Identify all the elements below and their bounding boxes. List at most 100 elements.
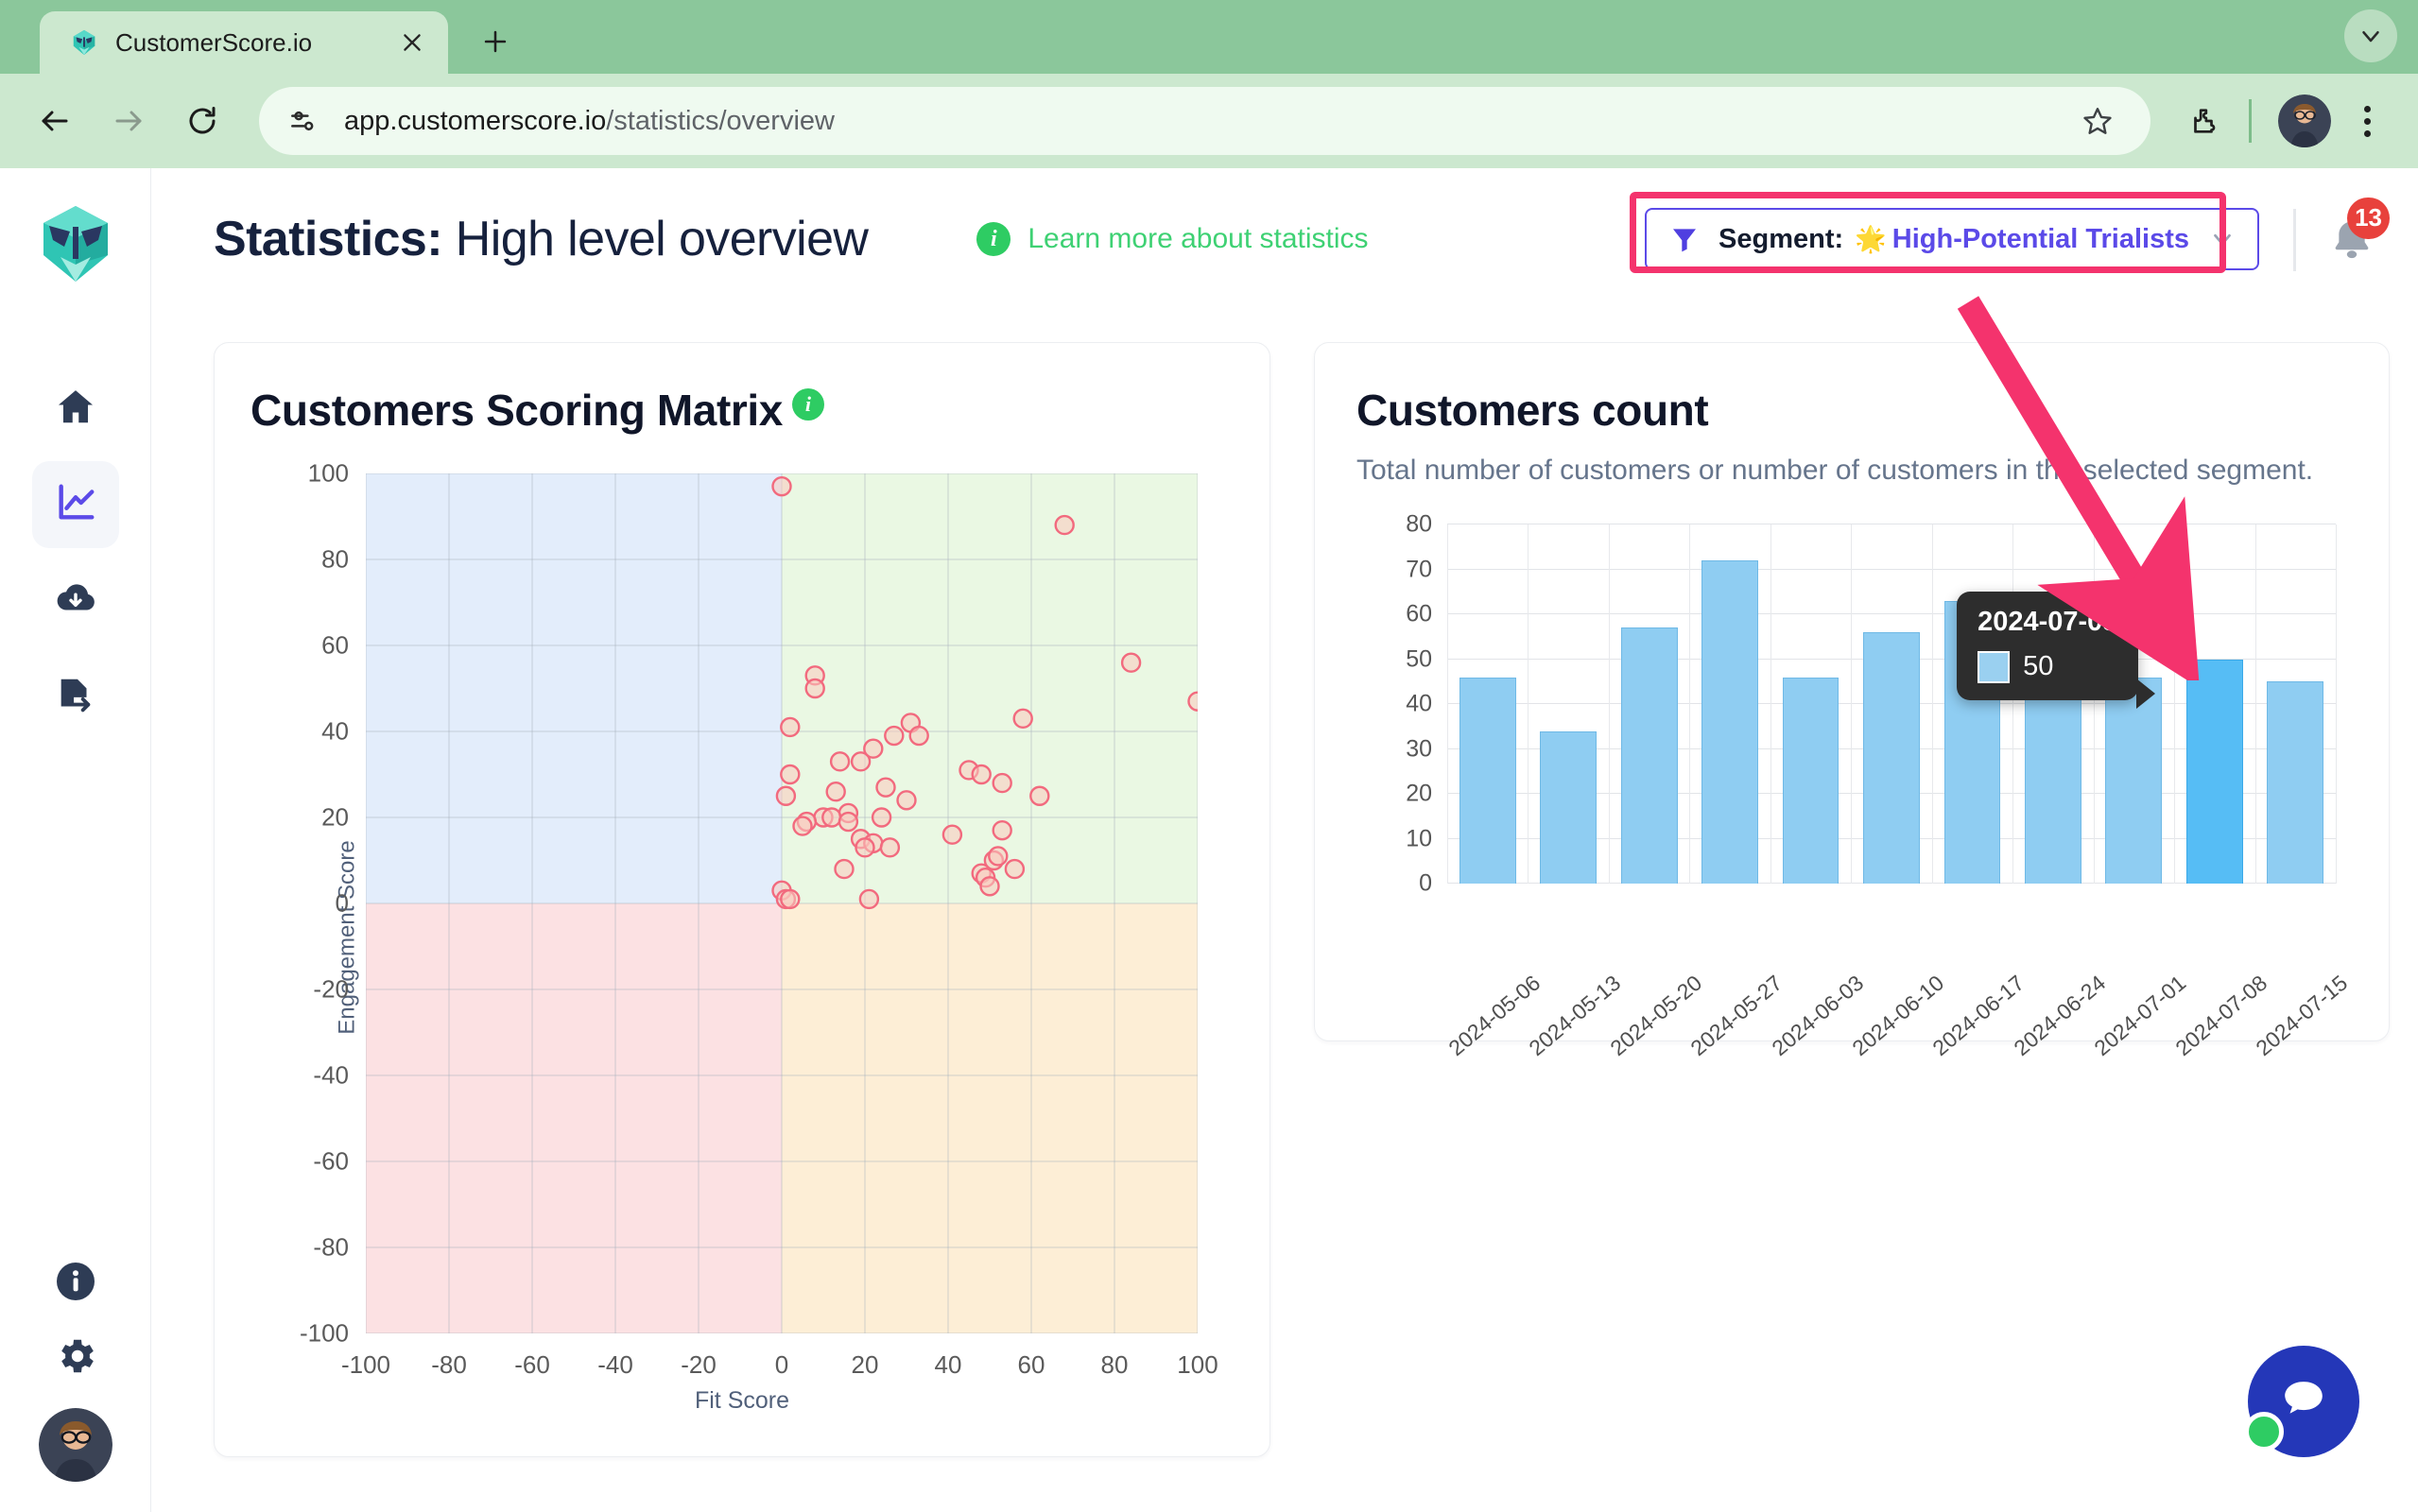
gridline-vertical	[2336, 524, 2337, 884]
scatter-point[interactable]	[834, 858, 855, 880]
scatter-plot-area	[365, 472, 1208, 1334]
bar[interactable]	[1782, 677, 1839, 884]
scatter-point[interactable]	[804, 678, 825, 699]
scatter-point[interactable]	[1120, 652, 1142, 673]
scatter-chart: Engagement Score Fit Score 100 80 60 40 20 0 -…	[250, 459, 1234, 1415]
three-dot-menu-icon[interactable]	[2340, 94, 2393, 147]
bar[interactable]	[2025, 686, 2081, 884]
scatter-point[interactable]	[838, 811, 859, 833]
x-axis-tick: 80	[1100, 1350, 1129, 1379]
chevron-down-icon[interactable]	[2208, 225, 2237, 253]
scatter-point[interactable]	[1187, 691, 1208, 712]
scatter-point[interactable]	[875, 777, 896, 798]
quadrant-bottom-right	[782, 903, 1198, 1333]
scatter-point[interactable]	[871, 807, 892, 828]
scatter-point[interactable]	[941, 824, 963, 845]
chevron-down-icon[interactable]	[2344, 9, 2397, 62]
back-arrow-icon[interactable]	[25, 91, 85, 151]
x-axis-label: Fit Score	[694, 1387, 790, 1414]
bar[interactable]	[1863, 632, 1920, 884]
scatter-point[interactable]	[1012, 708, 1033, 730]
scatter-point[interactable]	[884, 725, 905, 747]
quadrant-bottom-left	[366, 903, 782, 1333]
reload-icon[interactable]	[172, 91, 233, 151]
scatter-point[interactable]	[775, 785, 797, 806]
scatter-point[interactable]	[780, 888, 801, 910]
close-icon[interactable]	[393, 24, 431, 61]
chat-widget-button[interactable]	[2244, 1346, 2359, 1457]
y-axis-tick: 60	[321, 630, 349, 660]
segment-selector[interactable]: Segment: 🌟 High-Potential Trialists	[1645, 208, 2259, 270]
notification-count-badge: 13	[2347, 197, 2390, 239]
gridline-vertical	[1447, 524, 1448, 884]
star-emoji-icon: 🌟	[1855, 225, 1887, 253]
home-icon	[54, 385, 97, 433]
user-avatar[interactable]	[38, 1408, 112, 1482]
site-settings-icon[interactable]	[282, 100, 323, 142]
scatter-svg	[365, 472, 1208, 1334]
bar-tooltip: 2024-07-08 50	[1957, 591, 2156, 709]
browser-tab[interactable]: CustomerScore.io	[40, 11, 448, 74]
sidebar-item-export[interactable]	[32, 654, 119, 741]
x-axis-tick: -100	[340, 1350, 391, 1379]
gridline-vertical	[1931, 524, 1933, 884]
bar[interactable]	[2185, 659, 2243, 884]
scatter-point[interactable]	[1029, 785, 1050, 806]
sidebar-item-home[interactable]	[32, 365, 119, 452]
address-bar[interactable]: app.customerscore.io/statistics/overview	[259, 87, 2150, 155]
card-header: Customers Scoring Matrix i	[250, 385, 1234, 436]
tooltip-row: 50	[1978, 650, 2117, 683]
scatter-point[interactable]	[771, 475, 792, 497]
scatter-point[interactable]	[858, 888, 880, 910]
scatter-point[interactable]	[992, 772, 1012, 794]
x-axis-tick: 0	[774, 1350, 789, 1379]
info-circle-icon[interactable]	[53, 1259, 98, 1309]
scatter-point[interactable]	[896, 790, 917, 811]
customerscore-logo[interactable]	[34, 202, 117, 285]
chat-bubble-icon	[2276, 1372, 2331, 1432]
bar[interactable]	[1459, 677, 1516, 884]
scatter-point[interactable]	[971, 764, 992, 785]
y-axis-tick: 80	[321, 544, 349, 574]
scatter-point[interactable]	[992, 819, 1012, 841]
card-title: Customers Scoring Matrix	[250, 386, 783, 435]
scatter-point[interactable]	[879, 837, 901, 858]
y-axis-tick: 60	[1406, 600, 1432, 627]
page-title-bold: Statistics:	[214, 212, 443, 266]
app-container: Statistics: High level overview i Learn …	[0, 168, 2418, 1512]
star-icon[interactable]	[2069, 93, 2126, 149]
scatter-point[interactable]	[792, 816, 813, 836]
scatter-point[interactable]	[855, 837, 875, 858]
sidebar-item-import[interactable]	[32, 558, 119, 644]
bar[interactable]	[1701, 560, 1758, 884]
scatter-point[interactable]	[850, 751, 872, 772]
scatter-point[interactable]	[988, 846, 1009, 867]
scatter-point[interactable]	[825, 782, 846, 802]
info-circle-icon[interactable]: i	[791, 388, 824, 421]
line-chart-icon	[54, 481, 97, 529]
puzzle-piece-icon[interactable]	[2175, 93, 2232, 149]
x-axis-tick: -60	[514, 1350, 550, 1379]
bar[interactable]	[2267, 681, 2324, 884]
scatter-point[interactable]	[1054, 514, 1075, 536]
sidebar-item-statistics[interactable]	[31, 461, 119, 548]
scatter-point[interactable]	[908, 725, 929, 747]
new-tab-button[interactable]	[469, 15, 522, 68]
forward-arrow-icon[interactable]	[98, 91, 159, 151]
scatter-point[interactable]	[979, 876, 1000, 897]
scatter-point[interactable]	[780, 764, 801, 785]
gear-icon[interactable]	[53, 1333, 98, 1383]
notifications-button[interactable]: 13	[2293, 197, 2390, 271]
scatter-point[interactable]	[829, 751, 851, 772]
scatter-point[interactable]	[1004, 858, 1026, 880]
learn-more-link[interactable]: i Learn more about statistics	[976, 222, 1369, 256]
cloud-download-icon	[54, 577, 97, 626]
profile-avatar[interactable]	[2278, 94, 2331, 147]
bar[interactable]	[1620, 627, 1678, 884]
scatter-point[interactable]	[780, 716, 801, 738]
y-axis-tick: -60	[313, 1146, 349, 1176]
scatter-point[interactable]	[821, 807, 842, 828]
toolbar-divider	[2249, 99, 2252, 143]
bar[interactable]	[1540, 730, 1598, 884]
card-title: Customers count	[1356, 386, 1709, 435]
